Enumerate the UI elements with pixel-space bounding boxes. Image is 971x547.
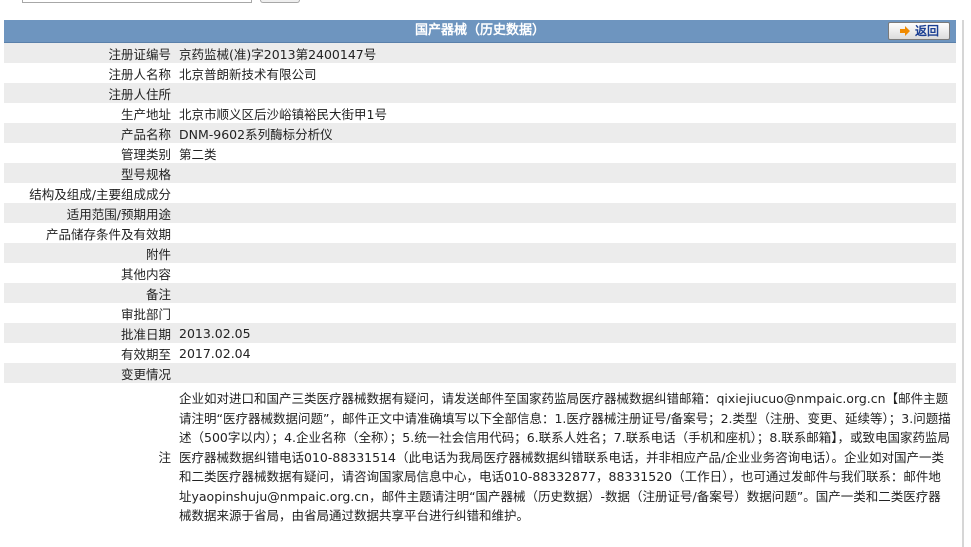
detail-panel: 国产器械（历史数据） 返回 注册证编号 京药监械(准)字2013第2400147号… — [4, 20, 956, 530]
table-row: 管理类别 第二类 — [4, 143, 956, 163]
field-label: 产品名称 — [4, 123, 175, 143]
field-value: 2013.02.05 — [175, 323, 956, 343]
field-label: 结构及组成/主要组成成分 — [4, 183, 175, 203]
field-label: 审批部门 — [4, 303, 175, 323]
table-row: 其他内容 — [4, 263, 956, 283]
table-row: 生产地址 北京市顺义区后沙峪镇裕民大街甲1号 — [4, 103, 956, 123]
table-row: 结构及组成/主要组成成分 — [4, 183, 956, 203]
field-label: 有效期至 — [4, 343, 175, 363]
table-row: 型号规格 — [4, 163, 956, 183]
field-label: 生产地址 — [4, 103, 175, 123]
field-value: 北京普朗新技术有限公司 — [175, 63, 956, 83]
table-row: 变更情况 — [4, 363, 956, 383]
back-button-label: 返回 — [914, 24, 939, 38]
field-value — [175, 223, 956, 243]
back-button[interactable]: 返回 — [888, 22, 950, 40]
search-input[interactable] — [22, 0, 252, 3]
field-value — [175, 203, 956, 223]
table-row: 产品名称 DNM-9602系列酶标分析仪 — [4, 123, 956, 143]
page-title: 国产器械（历史数据） — [414, 23, 545, 38]
field-label: 附件 — [4, 243, 175, 263]
field-label: 其他内容 — [4, 263, 175, 283]
field-label: 变更情况 — [4, 363, 175, 383]
field-label: 适用范围/预期用途 — [4, 203, 175, 223]
note-label: 注 — [4, 383, 175, 530]
table-row: 注册证编号 京药监械(准)字2013第2400147号 — [4, 43, 956, 63]
field-label: 备注 — [4, 283, 175, 303]
detail-table: 注册证编号 京药监械(准)字2013第2400147号 注册人名称 北京普朗新技术有限… — [4, 43, 956, 530]
arrow-right-icon — [899, 26, 910, 36]
field-value — [175, 283, 956, 303]
note-row: 注企业如对进口和国产三类医疗器械数据有疑问，请发送邮件至国家药监局医疗器械数据纠… — [4, 383, 956, 530]
field-value — [175, 263, 956, 283]
field-value: 第二类 — [175, 143, 956, 163]
field-label: 注册人住所 — [4, 83, 175, 103]
table-row: 注册人住所 — [4, 83, 956, 103]
field-value — [175, 363, 956, 383]
field-value: DNM-9602系列酶标分析仪 — [175, 123, 956, 143]
table-row: 附件 — [4, 243, 956, 263]
field-label: 产品储存条件及有效期 — [4, 223, 175, 243]
table-row: 适用范围/预期用途 — [4, 203, 956, 223]
panel-header: 国产器械（历史数据） 返回 — [4, 20, 956, 43]
table-row: 注册人名称 北京普朗新技术有限公司 — [4, 63, 956, 83]
field-label: 注册证编号 — [4, 43, 175, 63]
field-value: 北京市顺义区后沙峪镇裕民大街甲1号 — [175, 103, 956, 123]
field-value — [175, 303, 956, 323]
field-value — [175, 243, 956, 263]
field-value — [175, 183, 956, 203]
table-row: 产品储存条件及有效期 — [4, 223, 956, 243]
field-label: 批准日期 — [4, 323, 175, 343]
field-value — [175, 163, 956, 183]
field-value: 2017.02.04 — [175, 343, 956, 363]
table-row: 审批部门 — [4, 303, 956, 323]
search-button[interactable] — [260, 0, 300, 3]
field-value: 京药监械(准)字2013第2400147号 — [175, 43, 956, 63]
field-label: 管理类别 — [4, 143, 175, 163]
table-row: 备注 — [4, 283, 956, 303]
field-value — [175, 83, 956, 103]
field-label: 注册人名称 — [4, 63, 175, 83]
table-row: 有效期至 2017.02.04 — [4, 343, 956, 363]
top-search-strip — [0, 0, 971, 14]
note-text: 企业如对进口和国产三类医疗器械数据有疑问，请发送邮件至国家药监局医疗器械数据纠错… — [175, 383, 956, 530]
scrollbar[interactable] — [962, 20, 964, 547]
field-label: 型号规格 — [4, 163, 175, 183]
table-row: 批准日期 2013.02.05 — [4, 323, 956, 343]
